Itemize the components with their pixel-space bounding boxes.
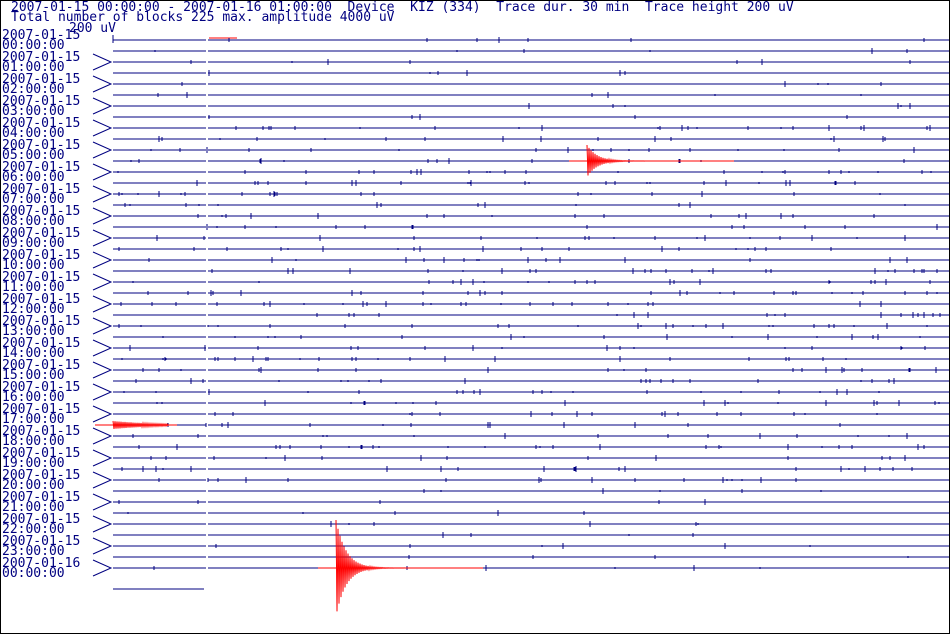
hour-chevron [92,119,113,137]
hour-chevron [92,339,113,357]
hour-chevron [92,383,113,401]
hour-chevron [92,75,113,93]
hour-chevron [92,449,113,467]
hour-chevron [92,97,113,115]
hour-chevron [92,273,113,291]
hour-chevron [92,427,113,445]
hour-label-time: 00:00:00 [2,566,65,581]
event-waveform [335,519,474,612]
hour-chevron [92,141,113,159]
hour-chevron [92,537,113,555]
hour-chevron [92,493,113,511]
hour-chevron [92,163,113,181]
hour-chevron [92,317,113,335]
hour-chevron [92,405,113,423]
seismogram-frame: 2007-01-15 00:00:00 - 2007-01-16 01:00:0… [0,0,950,634]
hour-label-group: 2007-01-1500:00:002007-01-1501:00:002007… [2,28,113,581]
trace-group [113,37,949,571]
hour-chevron [92,53,113,71]
event-waveform [112,420,169,429]
hour-chevron [92,515,113,533]
hour-chevron [92,295,113,313]
hour-chevron [92,207,113,225]
hour-chevron [92,185,113,203]
seismogram-plot: 200 uV 2007-01-1500:00:002007-01-1501:00… [2,21,949,612]
hour-chevron [92,251,113,269]
hour-chevron [92,229,113,247]
hour-chevron [92,559,113,577]
hour-chevron [92,471,113,489]
hour-chevron [92,361,113,379]
